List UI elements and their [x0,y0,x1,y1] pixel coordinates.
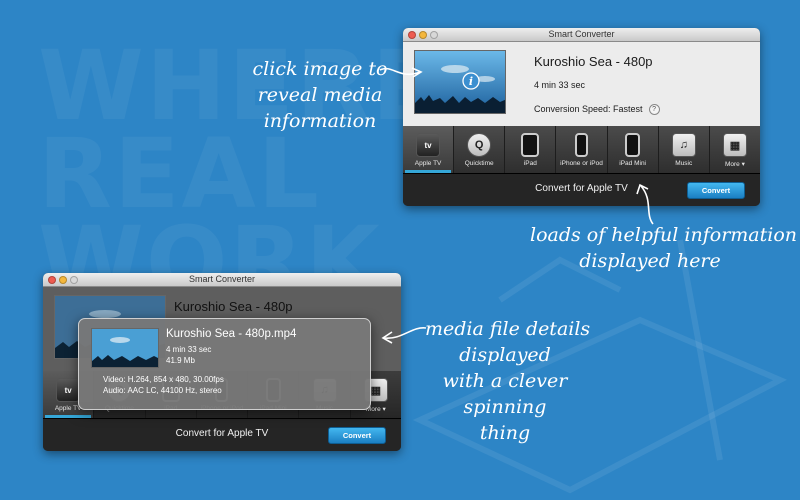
annotation-click-image: click image to reveal media information [250,56,390,134]
device-bar: tv Apple TV Q Quicktime iPad iPhone or i… [403,126,760,173]
device-more[interactable]: ▦ More ▾ [710,126,760,173]
title-bar: Smart Converter [43,273,401,287]
svg-text:i: i [469,75,473,88]
file-name: Kuroshio Sea - 480p [534,54,653,69]
annotation-line: thing [479,422,531,444]
quicktime-icon: Q [467,133,492,157]
popover-video-info: Video: H.264, 854 x 480, 30.00fps [103,375,224,384]
window-title: Smart Converter [188,274,256,284]
window-title: Smart Converter [548,29,615,39]
device-apple-tv[interactable]: tv Apple TV [403,126,455,173]
annotation-line: information [263,110,377,132]
device-music[interactable]: ♫ Music [659,126,710,173]
file-name: Kuroshio Sea - 480p [174,299,293,314]
convert-button[interactable]: Convert [328,427,386,444]
device-label: Apple TV [414,160,442,167]
iphone-icon [574,133,588,157]
smart-converter-window-top: Smart Converter i Kuroshio Sea - 480p 4 … [403,28,760,206]
annotation-line: media file details [425,318,591,340]
arrow-icon [381,327,427,344]
window-footer: Convert for Apple TV Convert [403,173,760,206]
arrow-icon [379,67,423,78]
file-duration: 4 min 33 sec [534,80,586,90]
popover-thumbnail [91,328,159,368]
annotation-line: spinning [463,396,547,418]
device-label: More ▾ [724,161,745,168]
apple-tv-icon: tv [416,133,441,157]
annotation-helpful-info: loads of helpful information displayed h… [530,222,797,274]
more-grid-icon: ▦ [722,133,747,157]
popover-file-name: Kuroshio Sea - 480p.mp4 [166,328,297,340]
device-label: iPhone or iPod [560,160,603,167]
device-ipad[interactable]: iPad [505,126,557,173]
title-bar: Smart Converter [403,28,760,42]
apple-tv-icon: tv [56,378,81,402]
annotation-media-details: media file details displayed with a clev… [425,316,591,446]
annotation-line: displayed here [579,250,721,272]
annotation-line: with a clever [442,370,568,392]
media-details-popover: Kuroshio Sea - 480p.mp4 4 min 33 sec 41.… [78,318,371,410]
music-icon: ♫ [671,133,696,157]
popover-file-size: 41.9 Mb [166,356,195,365]
info-icon[interactable]: i [462,72,480,90]
conversion-speed: Conversion Speed: Fastest? [534,104,660,116]
device-label: Music [675,160,693,167]
popover-audio-info: Audio: AAC LC, 44100 Hz, stereo [103,386,222,395]
annotation-line: click image to [252,58,388,80]
device-quicktime[interactable]: Q Quicktime [454,126,506,173]
device-ipad-mini[interactable]: iPad Mini [608,126,659,173]
device-label: iPad [523,160,537,167]
device-iphone-or-ipod[interactable]: iPhone or iPod [556,126,608,173]
device-label: Quicktime [464,160,494,167]
annotation-line: displayed [459,344,551,366]
popover-duration: 4 min 33 sec [166,345,212,354]
window-footer: Convert for Apple TV Convert [43,418,401,451]
file-info-pane: i Kuroshio Sea - 480p 4 min 33 sec Conve… [403,42,760,126]
device-label: Apple TV [54,405,82,412]
ipad-mini-icon [625,133,641,157]
convert-button[interactable]: Convert [687,182,745,199]
arrow-icon [636,183,654,225]
help-icon[interactable]: ? [648,104,660,116]
ipad-icon [521,133,540,157]
annotation-line: reveal media [257,84,383,106]
device-label: iPad Mini [619,160,646,167]
conversion-speed-label: Conversion Speed: Fastest [534,104,643,114]
